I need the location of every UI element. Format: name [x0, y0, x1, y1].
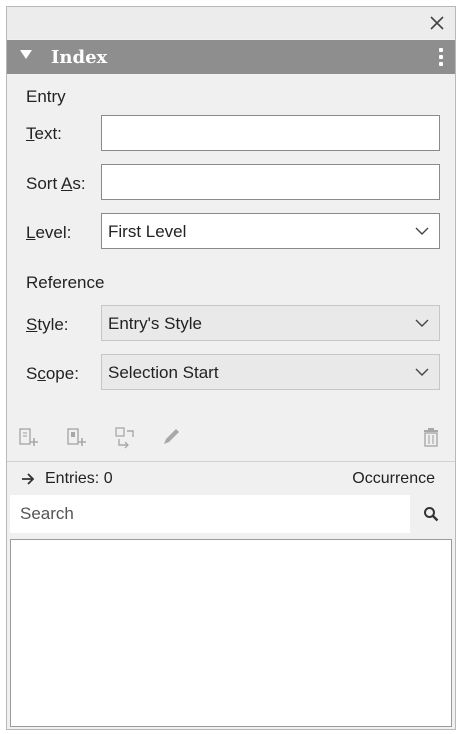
scope-label-pre: S [26, 364, 38, 383]
text-label-mnemonic: T [26, 124, 35, 143]
new-reference-icon[interactable] [65, 425, 89, 449]
toolbar-divider [7, 461, 455, 462]
menu-dot [439, 55, 443, 59]
sort-as-label: Sort As: [26, 174, 86, 194]
level-label-rest: evel: [35, 223, 72, 242]
style-select[interactable]: Entry's Style [101, 305, 440, 341]
entry-section-label: Entry [26, 87, 66, 106]
panel-title: Index [51, 47, 108, 68]
chevron-down-icon [415, 227, 429, 235]
chevron-down-icon [415, 368, 429, 376]
level-label: Level: [26, 223, 71, 243]
go-to-reference-icon[interactable] [113, 425, 137, 449]
search-icon [424, 507, 439, 522]
close-icon [430, 16, 444, 30]
index-toolbar [7, 419, 455, 455]
scope-label-mnemonic: c [37, 364, 46, 383]
new-entry-icon[interactable] [17, 425, 41, 449]
chevron-down-icon [415, 319, 429, 327]
search-bar [10, 495, 450, 533]
text-label-rest: ext: [34, 124, 62, 143]
scope-label-rest: ope: [45, 364, 79, 383]
search-input[interactable] [10, 495, 410, 533]
text-label: Text: [26, 124, 62, 144]
style-label-rest: tyle: [37, 315, 69, 334]
panel-header: Index [7, 40, 455, 74]
scope-select[interactable]: Selection Start [101, 354, 440, 390]
level-select[interactable]: First Level [101, 213, 440, 249]
search-button[interactable] [412, 495, 450, 533]
entries-header: Entries: 0 Occurrence [7, 465, 455, 495]
sort-as-input[interactable] [101, 164, 440, 200]
style-select-value: Entry's Style [108, 314, 202, 333]
scope-select-value: Selection Start [108, 363, 219, 382]
level-select-value: First Level [108, 222, 187, 241]
entries-count: Entries: 0 [45, 470, 113, 487]
close-panel-button[interactable] [425, 11, 449, 35]
reference-section-label: Reference [26, 273, 105, 292]
sort-as-label-pre: Sort [26, 174, 61, 193]
collapse-triangle-icon[interactable] [19, 49, 33, 61]
delete-icon[interactable] [419, 425, 443, 449]
sort-as-label-rest: s: [72, 174, 86, 193]
entries-list[interactable] [10, 539, 452, 727]
scope-label: Scope: [26, 364, 79, 384]
style-label: Style: [26, 315, 69, 335]
occurrence-column-label: Occurrence [352, 470, 435, 487]
arrow-right-icon[interactable] [21, 472, 37, 486]
panel-top-bar [7, 7, 455, 39]
text-input[interactable] [101, 115, 440, 151]
menu-dot [439, 62, 443, 66]
index-panel: Index Entry Text: Sort As: Level: First … [6, 6, 456, 730]
sort-as-label-mnemonic: A [60, 174, 73, 193]
edit-icon[interactable] [159, 425, 183, 449]
style-label-mnemonic: S [26, 315, 38, 334]
menu-dot [439, 48, 443, 52]
panel-menu-button[interactable] [437, 48, 445, 66]
